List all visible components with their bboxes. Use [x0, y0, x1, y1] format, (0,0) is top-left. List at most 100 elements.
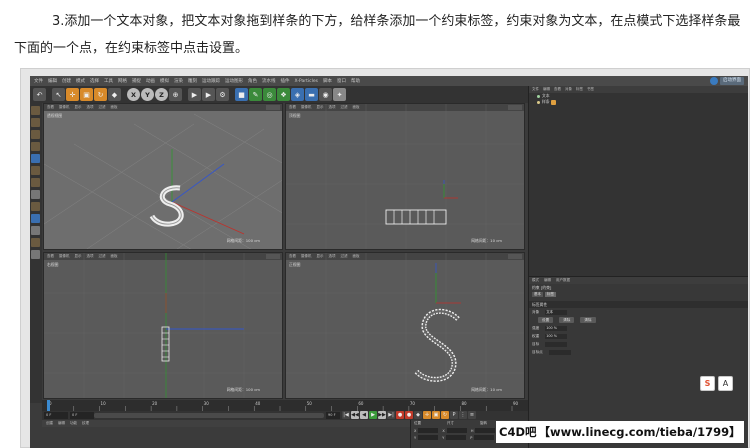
target-point-field[interactable] — [548, 349, 571, 355]
axis-mode-icon[interactable] — [31, 190, 40, 199]
layout-button[interactable]: 启动界面 — [720, 77, 744, 85]
menu-item[interactable]: 窗口 — [337, 78, 346, 84]
object-row-spline[interactable]: 样条 — [529, 99, 748, 105]
menu-item[interactable]: 流水线 — [262, 78, 276, 84]
viewport-front[interactable]: 查看 摄像机 显示 选项 过滤 面板 正视图 网格间距：10 cm — [285, 252, 525, 399]
menu-item[interactable]: 运动跟踪 — [202, 78, 220, 84]
axis-x-button[interactable]: X — [127, 88, 140, 101]
size-y-field[interactable] — [446, 435, 467, 440]
model-mode-icon[interactable] — [31, 118, 40, 127]
edges-mode-icon[interactable] — [31, 166, 40, 175]
menu-item[interactable]: 角色 — [248, 78, 257, 84]
clear-button[interactable]: 清除 — [559, 317, 575, 323]
menu-item[interactable]: 雕刻 — [188, 78, 197, 84]
scale-icon[interactable]: ▣ — [80, 88, 93, 101]
timeline-ruler[interactable]: 0 10 20 30 40 50 60 70 80 90 — [42, 400, 528, 411]
menu-item[interactable]: 动画 — [146, 78, 155, 84]
menu-item[interactable]: 帮助 — [351, 78, 360, 84]
move-icon[interactable]: ✛ — [66, 88, 79, 101]
light-icon[interactable]: ✦ — [333, 88, 346, 101]
constraint-tag-icon[interactable] — [550, 99, 556, 105]
quantize-icon[interactable] — [31, 226, 40, 235]
menu-item[interactable]: 插件 — [281, 78, 290, 84]
size-x-field[interactable] — [446, 428, 467, 433]
render-settings-icon[interactable]: ⚙ — [216, 88, 229, 101]
parameter-key-button[interactable]: P — [450, 411, 458, 419]
current-frame-field[interactable]: 0 F — [44, 412, 68, 419]
make-editable-icon[interactable] — [31, 106, 40, 115]
menu-item[interactable]: 模式 — [76, 78, 85, 84]
deformer-icon[interactable]: ◈ — [291, 88, 304, 101]
record-button[interactable]: ● — [396, 411, 404, 419]
rotation-h-field[interactable] — [475, 428, 496, 433]
strength-field[interactable]: 100 % — [545, 325, 568, 331]
tab-basic[interactable]: 基本 — [532, 292, 543, 297]
render-picture-icon[interactable]: ▶ — [202, 88, 215, 101]
rotation-key-button[interactable]: ↻ — [441, 411, 449, 419]
menu-item[interactable]: 渲染 — [174, 78, 183, 84]
keyframe-selection-button[interactable]: ◆ — [414, 411, 422, 419]
viewport-perspective[interactable]: 查看 摄像机 显示 选项 过滤 面板 透视视图 网格间距：100 cm — [43, 103, 283, 250]
start-frame-field[interactable]: 0 F — [70, 412, 94, 419]
live-select-icon[interactable]: ↖ — [52, 88, 65, 101]
recent-tools-icon[interactable]: ◆ — [108, 88, 121, 101]
play-button[interactable]: ▶ — [369, 411, 377, 419]
position-x-field[interactable] — [418, 428, 439, 433]
menu-item[interactable]: 选择 — [90, 78, 99, 84]
timeline-menu-button[interactable]: ≡ — [468, 411, 476, 419]
menu-item[interactable]: 运动图形 — [225, 78, 243, 84]
axis-y-button[interactable]: Y — [141, 88, 154, 101]
coordinate-system-icon[interactable]: ⊕ — [169, 88, 182, 101]
menu-item[interactable]: 编辑 — [48, 78, 57, 84]
end-frame-field[interactable]: 90 F — [326, 412, 340, 419]
go-to-end-button[interactable]: ▶| — [387, 411, 395, 419]
position-key-button[interactable]: ✛ — [423, 411, 431, 419]
menu-item[interactable]: 模拟 — [160, 78, 169, 84]
array-icon[interactable]: ❖ — [277, 88, 290, 101]
set-button[interactable]: 设置 — [538, 317, 554, 323]
snap-icon[interactable] — [31, 214, 40, 223]
undo-icon[interactable]: ↶ — [33, 88, 46, 101]
menu-item[interactable]: 工具 — [104, 78, 113, 84]
clear-all-button[interactable]: 清除 — [580, 317, 596, 323]
lock-workplane-icon[interactable] — [31, 238, 40, 247]
solo-icon[interactable] — [31, 250, 40, 259]
s-badge-icon[interactable]: S — [700, 376, 715, 391]
points-mode-icon[interactable] — [31, 154, 40, 163]
cube-icon[interactable]: ■ — [235, 88, 248, 101]
target-field[interactable] — [545, 341, 568, 347]
text-size-icon[interactable]: A — [718, 376, 733, 391]
scale-key-button[interactable]: ▣ — [432, 411, 440, 419]
playhead[interactable] — [47, 400, 50, 411]
subdivision-icon[interactable]: ◎ — [263, 88, 276, 101]
rotate-icon[interactable]: ↻ — [94, 88, 107, 101]
weight-field[interactable]: 100 % — [545, 333, 568, 339]
object-link-field[interactable]: 文本 — [545, 309, 568, 315]
polygons-mode-icon[interactable] — [31, 178, 40, 187]
position-y-field[interactable] — [418, 435, 439, 440]
menu-item[interactable]: 网格 — [118, 78, 127, 84]
texture-mode-icon[interactable] — [31, 130, 40, 139]
frame-range-slider[interactable] — [94, 413, 324, 418]
menu-item[interactable]: X-Particles — [295, 79, 318, 84]
next-key-button[interactable]: ▶▶ — [378, 411, 386, 419]
rotation-p-field[interactable] — [474, 435, 495, 440]
menu-item[interactable]: 创建 — [62, 78, 71, 84]
tab-tag[interactable]: 标签 — [545, 292, 556, 297]
spline-pen-icon[interactable]: ✎ — [249, 88, 262, 101]
floor-icon[interactable]: ▬ — [305, 88, 318, 101]
workplane-icon[interactable] — [31, 142, 40, 151]
previous-key-button[interactable]: ◀◀ — [351, 411, 359, 419]
go-to-start-button[interactable]: |◀ — [342, 411, 350, 419]
point-level-button[interactable]: ⋮ — [459, 411, 467, 419]
menu-item[interactable]: 脚本 — [323, 78, 332, 84]
autokey-button[interactable]: ● — [405, 411, 413, 419]
viewport-right[interactable]: 查看 摄像机 显示 选项 过滤 面板 右视图 网格间距：100 cm — [43, 252, 283, 399]
viewport-top[interactable]: 查看 摄像机 显示 选项 过滤 面板 顶视图 网格间距：10 cm — [285, 103, 525, 250]
axis-z-button[interactable]: Z — [155, 88, 168, 101]
layout-icon[interactable] — [710, 77, 718, 85]
camera-icon[interactable]: ◉ — [319, 88, 332, 101]
previous-frame-button[interactable]: ◀ — [360, 411, 368, 419]
menu-item[interactable]: 捕捉 — [132, 78, 141, 84]
menu-item[interactable]: 文件 — [34, 78, 43, 84]
